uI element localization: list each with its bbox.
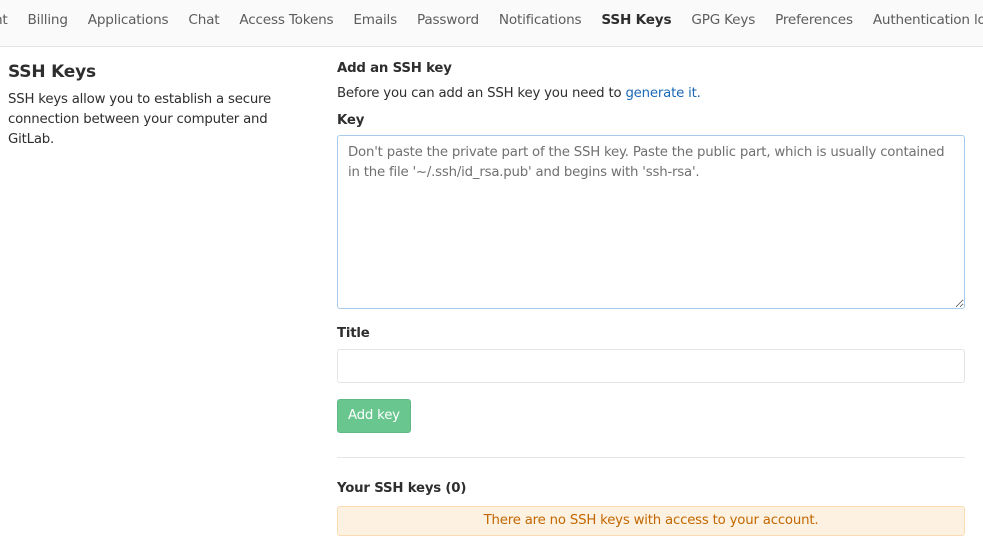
intro-text: Before you can add an SSH key you need t… [337,86,626,101]
generate-it-link[interactable]: generate it. [625,86,700,101]
add-key-button[interactable]: Add key [337,399,411,433]
settings-sidebar: SSH Keys SSH keys allow you to establish… [8,62,298,150]
ssh-key-form: Add an SSH key Before you can add an SSH… [337,61,965,536]
title-label: Title [337,326,370,341]
tab-preferences[interactable]: Preferences [765,0,863,46]
form-heading: Add an SSH key [337,61,452,76]
tab-access-tokens[interactable]: Access Tokens [229,0,343,46]
settings-nav: Account Billing Applications Chat Access… [0,0,983,47]
tab-applications[interactable]: Applications [78,0,179,46]
tab-gpg-keys[interactable]: GPG Keys [681,0,765,46]
key-label: Key [337,113,365,128]
tab-ssh-keys[interactable]: SSH Keys [591,0,681,46]
page-description: SSH keys allow you to establish a secure… [8,92,272,147]
your-keys-heading: Your SSH keys (0) [337,481,467,496]
empty-keys-alert: There are no SSH keys with access to you… [337,506,965,536]
tab-password[interactable]: Password [407,0,489,46]
tab-billing[interactable]: Billing [18,0,78,46]
tab-emails[interactable]: Emails [343,0,407,46]
form-intro: Before you can add an SSH key you need t… [337,86,965,101]
section-divider [337,457,965,458]
tab-notifications[interactable]: Notifications [489,0,591,46]
tab-account[interactable]: Account [0,0,18,46]
page-title: SSH Keys [8,62,96,82]
settings-tabs: Account Billing Applications Chat Access… [0,0,983,46]
tab-chat[interactable]: Chat [178,0,229,46]
title-input[interactable] [337,349,965,383]
key-textarea[interactable] [337,135,965,309]
tab-authentication-log[interactable]: Authentication log [863,0,983,46]
